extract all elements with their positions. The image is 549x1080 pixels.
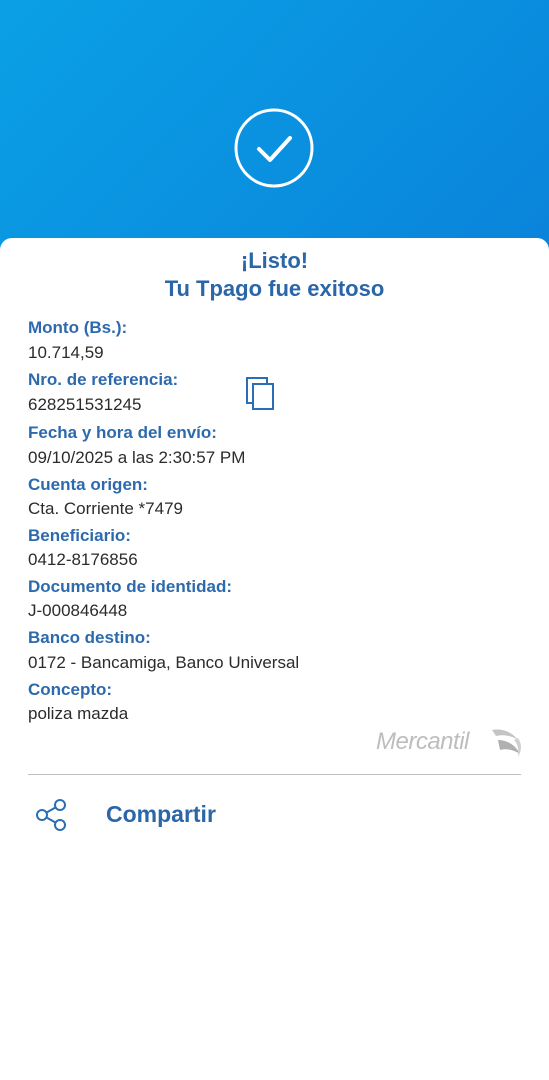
id-document-value: J-000846448 [28, 601, 128, 620]
copy-reference-button[interactable] [244, 376, 278, 412]
source-account-label: Cuenta origen: [28, 475, 148, 494]
datetime-label: Fecha y hora del envío: [28, 423, 217, 442]
success-title: ¡Listo! [240, 248, 309, 273]
copy-icon [246, 377, 274, 410]
amount-value: 10.714,59 [28, 343, 104, 362]
check-circle-icon [234, 108, 314, 188]
id-document-label: Documento de identidad: [28, 577, 232, 596]
beneficiary-label: Beneficiario: [28, 526, 131, 545]
concept-value: poliza mazda [28, 704, 129, 723]
mercantil-logo-text: Mercantil [376, 728, 469, 755]
beneficiary-value: 0412-8176856 [28, 550, 138, 569]
destination-bank-label: Banco destino: [28, 628, 151, 647]
mercantil-logo: Mercantil [374, 724, 524, 760]
receipt-card: ¡Listo! Tu Tpago fue exitoso Monto (Bs.)… [0, 238, 549, 1080]
concept-label: Concepto: [28, 680, 113, 699]
divider [28, 774, 521, 775]
share-button[interactable]: Compartir [0, 790, 549, 840]
source-account-value: Cta. Corriente *7479 [28, 499, 183, 518]
destination-bank-value: 0172 - Bancamiga, Banco Universal [28, 653, 300, 672]
amount-label: Monto (Bs.): [28, 318, 128, 337]
share-label: Compartir [106, 801, 216, 827]
datetime-value: 09/10/2025 a las 2:30:57 PM [28, 448, 246, 467]
mercantil-logo-mark [492, 729, 521, 757]
reference-label: Nro. de referencia: [28, 370, 179, 389]
share-icon [36, 799, 66, 831]
transfer-success-screen: ¡Listo! Tu Tpago fue exitoso Monto (Bs.)… [0, 0, 549, 1080]
success-subtitle: Tu Tpago fue exitoso [164, 276, 385, 301]
reference-value: 628251531245 [28, 395, 142, 414]
